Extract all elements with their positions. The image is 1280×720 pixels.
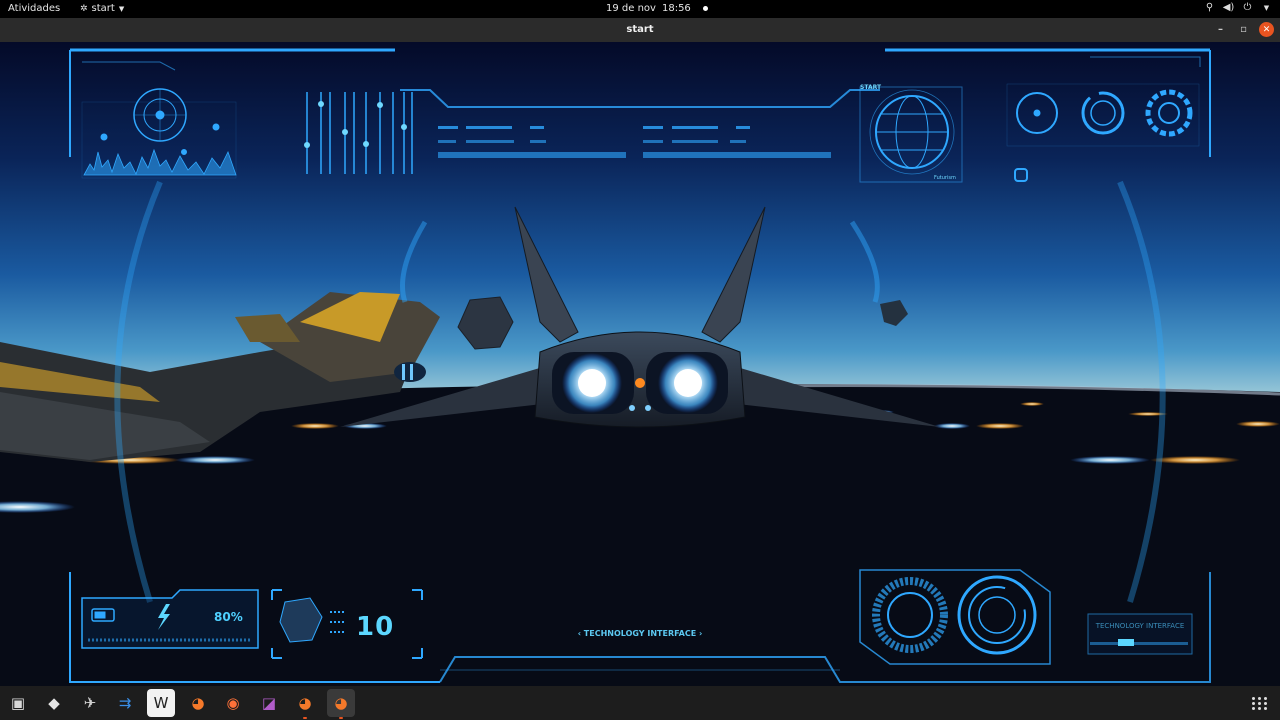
blender-1-glyph: ◕: [191, 694, 205, 712]
activities-button[interactable]: Atividades: [8, 3, 60, 14]
app-menu[interactable]: ✲ start ▼: [80, 3, 124, 14]
globe-start-label: START: [860, 84, 882, 91]
spaceship-icon[interactable]: ✈: [76, 689, 104, 717]
battery-percent: 80%: [214, 610, 243, 624]
volume-icon: ◀): [1222, 2, 1235, 13]
chevron-down-icon: ▼: [1263, 3, 1270, 12]
firefox-icon[interactable]: ◉: [219, 689, 247, 717]
slider-bank: [304, 92, 413, 174]
game-viewport[interactable]: 80% 10 ‹ TECHNOLOGY INTERFACE › TECHNOLO…: [0, 42, 1280, 686]
asteroid-1: [457, 296, 514, 350]
tech-interface-small-label: TECHNOLOGY INTERFACE: [1095, 622, 1185, 630]
app-menu-label: start: [91, 3, 115, 14]
asteroid-counter: 10: [356, 612, 395, 642]
window-title-bar[interactable]: start – ▫ ✕: [0, 18, 1280, 42]
radar-panel: [81, 88, 237, 179]
show-apps-grid-icon[interactable]: [1250, 693, 1270, 713]
date-label: 19 de nov: [606, 3, 656, 14]
network-icon: ⚲: [1205, 2, 1214, 13]
tech-interface-label: ‹ TECHNOLOGY INTERFACE ›: [577, 629, 703, 638]
mono-app-glyph: ◪: [261, 694, 277, 712]
blender-icon[interactable]: ◕: [327, 689, 355, 719]
inkscape-icon[interactable]: ◆: [40, 689, 68, 717]
globe-footer-label: Futurism: [934, 175, 956, 181]
time-label: 18:56: [661, 3, 691, 14]
gear-icon: ✲: [80, 3, 88, 14]
window-title: start: [626, 24, 654, 35]
date-time[interactable]: 19 de nov 18:56: [606, 3, 708, 14]
power-icon: ⏻: [1243, 2, 1252, 13]
dock: ▣ ◆ ✈ ⇉ W ◕ ◉ ◪ ◕ ◕: [0, 686, 1280, 720]
globe-panel: [859, 86, 963, 183]
godot-spaceship-glyph: ✈: [83, 694, 97, 712]
system-tray[interactable]: ⚲ ◀) ⏻ ▼: [1204, 2, 1272, 13]
notification-dot-icon: [702, 6, 708, 11]
blender-2-glyph: ◕: [298, 694, 312, 712]
files-icon[interactable]: ▣: [4, 689, 32, 717]
chevron-down-icon: ▼: [118, 4, 125, 13]
maximize-icon[interactable]: ▫: [1236, 22, 1251, 37]
inkscape-glyph: ◆: [48, 694, 60, 712]
tech-interface-panel: [1087, 613, 1193, 655]
blender-icon[interactable]: ◕: [184, 689, 212, 717]
game-scene: [0, 48, 1280, 686]
blender-icon[interactable]: ◕: [291, 689, 319, 719]
data-strips: [438, 126, 831, 158]
minimize-icon[interactable]: –: [1213, 22, 1228, 37]
asteroid-2: [880, 300, 908, 326]
code-editor-glyph: ⇉: [118, 694, 132, 712]
purple-app-icon[interactable]: ◪: [255, 689, 283, 717]
ring-panel: [1006, 83, 1200, 182]
wps-icon[interactable]: W: [147, 689, 175, 717]
blender-3-glyph: ◕: [334, 694, 348, 712]
files-glyph: ▣: [10, 694, 26, 712]
firefox-glyph: ◉: [226, 694, 240, 712]
gnome-top-bar: Atividades ✲ start ▼ 19 de nov 18:56 ⚲ ◀…: [0, 0, 1280, 18]
wondershare-glyph: W: [153, 694, 169, 712]
close-icon[interactable]: ✕: [1259, 22, 1274, 37]
editor-icon[interactable]: ⇉: [111, 689, 139, 717]
